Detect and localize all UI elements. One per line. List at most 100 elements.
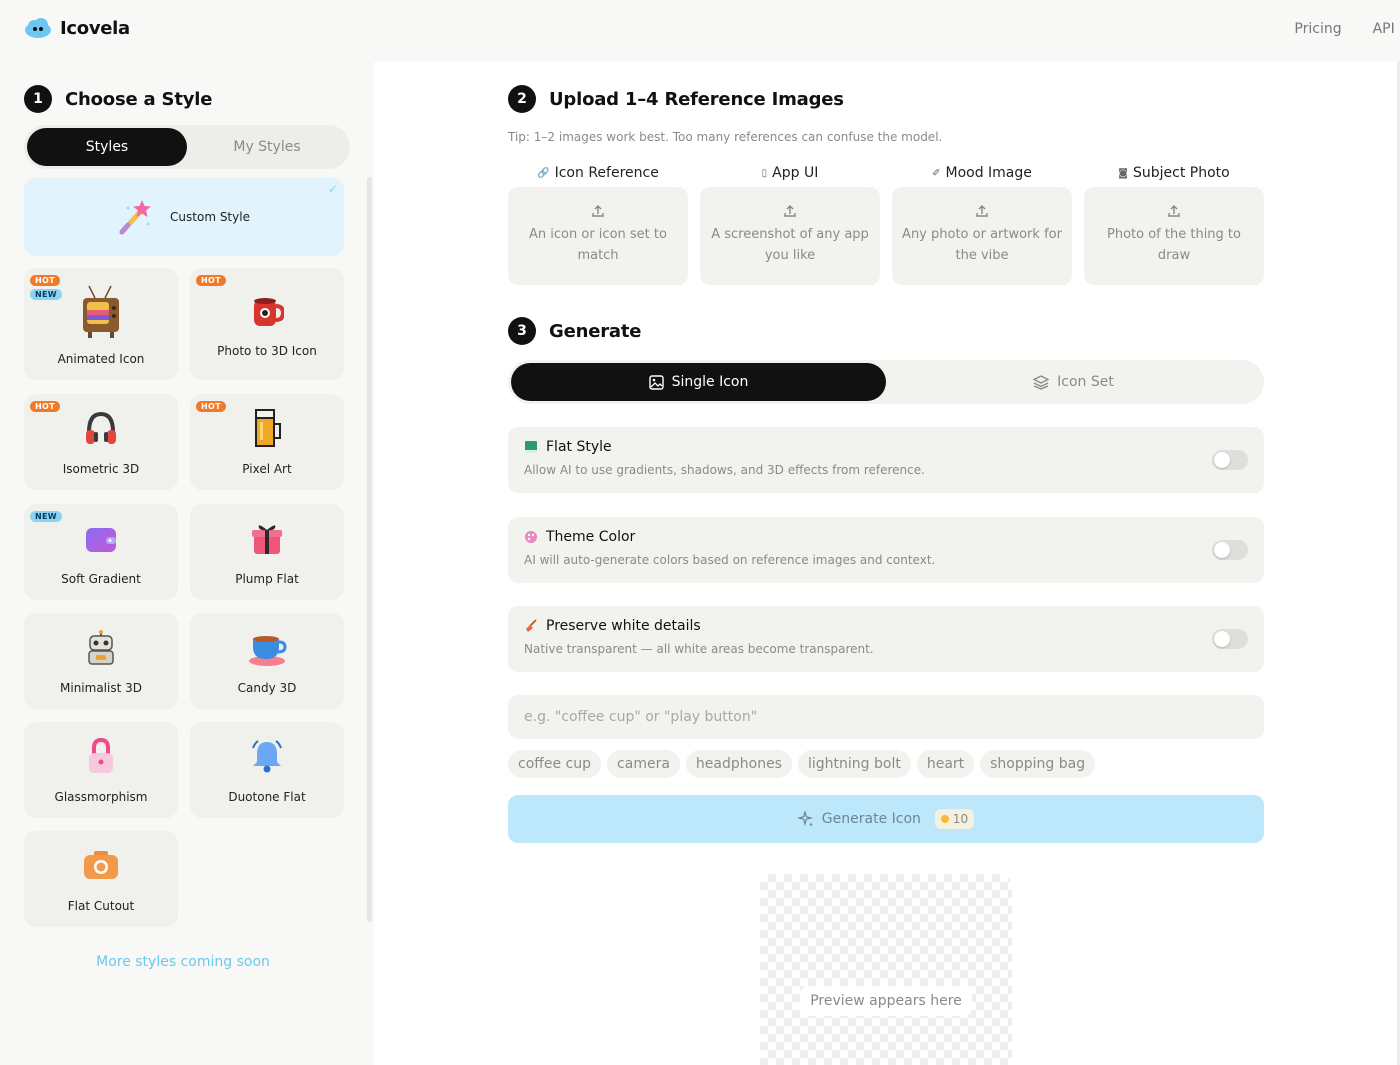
upload-dropzone-mood-image[interactable]: Any photo or artwork for the vibe [892,187,1072,285]
red-mug-icon [254,298,284,326]
nav-api[interactable]: API D [1373,21,1400,37]
wallet-icon [86,528,116,552]
generate-icon-button[interactable]: Generate Icon 10 [508,795,1264,843]
tab-styles[interactable]: Styles [27,128,187,166]
camera-small-icon: ◙ [1118,167,1128,179]
hot-badge: HOT [196,275,226,286]
preserve-white-toggle[interactable] [1212,629,1248,649]
hot-badge: HOT [196,401,226,412]
ref-desc: Any photo or artwork for the vibe [902,227,1062,263]
layers-icon [1033,374,1050,390]
style-card-minimalist-3d[interactable]: Minimalist 3D [24,613,178,709]
option-title-row: Preserve white details [524,618,701,634]
chip-camera[interactable]: camera [607,750,680,778]
more-styles-text: More styles coming soon [96,954,270,970]
theme-color-toggle[interactable] [1212,540,1248,560]
retro-tv-icon [83,285,119,338]
flat-style-toggle[interactable] [1212,450,1248,470]
app-name: Icovela [60,17,130,39]
option-flat-style: Flat Style Allow AI to use gradients, sh… [508,427,1264,493]
custom-style-card[interactable]: Custom Style ✓ [24,178,344,256]
book-icon [525,441,537,453]
preview-placeholder: Preview appears here [800,986,972,1016]
style-label: Soft Gradient [61,572,141,586]
tab-label: Single Icon [671,374,749,390]
upload-dropzone-icon-reference[interactable]: An icon or icon set to match [508,187,688,285]
cloud-logo-icon [25,18,51,38]
glass-lock-icon [89,738,113,773]
headphones-icon [86,411,116,444]
style-label: Isometric 3D [62,462,140,476]
beer-mug-pixel-icon [255,409,281,447]
generate-mode-tabs: Single Icon Icon Set [508,360,1264,404]
tab-my-styles[interactable]: My Styles [187,128,347,166]
style-card-plump-flat[interactable]: Plump Flat [190,504,344,600]
option-desc: Native transparent — all white areas bec… [524,642,874,656]
step3-title: Generate [549,320,642,342]
tab-label: Icon Set [1057,374,1114,390]
option-title: Flat Style [546,439,612,455]
chip-heart[interactable]: heart [916,750,975,778]
logo[interactable]: Icovela [24,17,130,39]
top-nav: Pricing API D [1294,21,1400,37]
style-card-soft-gradient[interactable]: NEW Soft Gradient [24,504,178,600]
option-preserve-white: Preserve white details Native transparen… [508,606,1264,672]
ref-title: Icon Reference [554,165,659,181]
style-card-glassmorphism[interactable]: Glassmorphism [24,722,178,818]
ref-desc: An icon or icon set to match [529,227,667,263]
step2-number: 2 [508,85,536,113]
style-label: Glassmorphism [54,790,148,804]
chip-coffee-cup[interactable]: coffee cup [508,750,602,778]
preview-canvas: Preview appears here [760,874,1012,1065]
upload-dropzone-app-ui[interactable]: A screenshot of any app you like [700,187,880,285]
nav-pricing[interactable]: Pricing [1294,21,1341,37]
chip-lightning-bolt[interactable]: lightning bolt [797,750,911,778]
camera-icon [84,851,118,879]
brush-icon: ✐ [932,167,941,179]
style-label: Pixel Art [242,462,292,476]
ref-title-row: ◙ Subject Photo [1084,162,1264,184]
magic-wand-icon [119,200,152,235]
style-label: Plump Flat [235,572,299,586]
broom-icon [526,619,537,632]
step3-number: 3 [508,317,536,345]
step1-title: Choose a Style [65,88,213,110]
style-card-candy-3d[interactable]: Candy 3D [190,613,344,709]
style-label: Candy 3D [237,681,297,695]
ref-title-row: ✐ Mood Image [892,162,1072,184]
credit-amount: 10 [952,812,969,826]
style-card-flat-cutout[interactable]: Flat Cutout [24,831,178,927]
sparkles-icon [797,811,814,827]
upload-dropzone-subject-photo[interactable]: Photo of the thing to draw [1084,187,1264,285]
prompt-input[interactable] [508,695,1264,739]
link-icon: 🔗 [537,167,550,179]
ref-title: Mood Image [945,165,1032,181]
step2-title: Upload 1–4 Reference Images [549,88,844,110]
ref-desc: A screenshot of any app you like [711,227,869,263]
step1-number: 1 [24,85,52,113]
generate-label: Generate Icon [821,811,921,827]
chip-shopping-bag[interactable]: shopping bag [980,750,1096,778]
selected-check-icon: ✓ [327,182,338,196]
ref-title: App UI [772,165,819,181]
custom-style-label: Custom Style [170,210,250,224]
style-card-pixel-art[interactable]: HOT Pixel Art [190,394,344,490]
style-card-duotone-flat[interactable]: Duotone Flat [190,722,344,818]
chip-headphones[interactable]: headphones [685,750,792,778]
ref-column-mood: ✐ Mood Image Any photo or artwork for th… [892,162,1072,285]
style-card-isometric-3d[interactable]: HOT Isometric 3D [24,394,178,490]
tab-single-icon[interactable]: Single Icon [511,363,886,401]
ref-column-app-ui: ▯ App UI A screenshot of any app you lik… [700,162,880,285]
hot-badge: HOT [30,401,60,412]
ref-title-row: 🔗 Icon Reference [508,162,688,184]
option-title: Preserve white details [546,618,701,634]
upload-icon [784,205,796,217]
left-scrollbar[interactable] [367,177,372,922]
robot-icon [88,630,114,665]
upload-icon [1168,205,1180,217]
upload-tip: Tip: 1–2 images work best. Too many refe… [508,130,943,144]
style-card-animated-icon[interactable]: HOT NEW Animated Icon [24,268,178,380]
toggle-knob [1214,452,1230,468]
style-card-photo-to-3d[interactable]: HOT Photo to 3D Icon [190,268,344,380]
tab-icon-set[interactable]: Icon Set [886,363,1261,401]
